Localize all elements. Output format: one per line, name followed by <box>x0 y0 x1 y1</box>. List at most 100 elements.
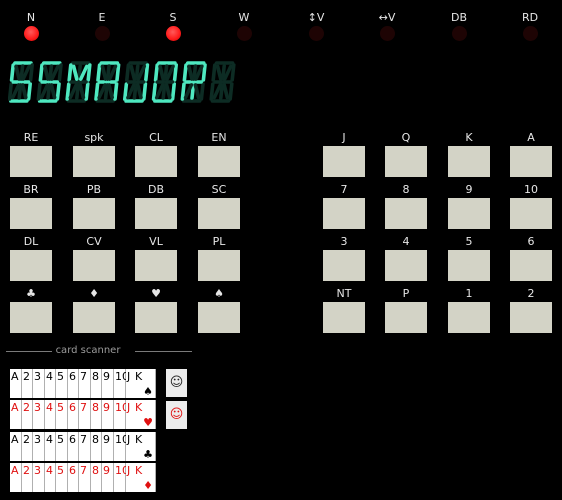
card-10-clubs[interactable]: 10 <box>114 432 129 461</box>
key-button-db[interactable] <box>135 198 177 229</box>
card-k-diamonds[interactable]: K ♦ <box>134 463 156 492</box>
key-button-a[interactable] <box>510 146 552 177</box>
card-rank-label: 3 <box>34 433 41 446</box>
card-2-hearts[interactable]: 2 <box>22 400 33 429</box>
indicator-label-rd: RD <box>521 11 539 24</box>
card-k-hearts[interactable]: K ♥ <box>134 400 156 429</box>
card-rank-label: 7 <box>80 370 87 383</box>
card-4-hearts[interactable]: 4 <box>45 400 56 429</box>
card-5-clubs[interactable]: 5 <box>56 432 68 461</box>
card-k-spades[interactable]: K ♠ <box>134 369 156 398</box>
key-button-9[interactable] <box>448 198 490 229</box>
card-8-spades[interactable]: 8 <box>91 369 102 398</box>
key-button-k[interactable] <box>448 146 490 177</box>
key-label-1: 1 <box>465 287 473 300</box>
card-5-diamonds[interactable]: 5 <box>56 463 68 492</box>
card-7-clubs[interactable]: 7 <box>79 432 91 461</box>
key-label-vl: VL <box>149 235 163 248</box>
card-6-clubs[interactable]: 6 <box>68 432 79 461</box>
card-a-clubs[interactable]: A <box>10 432 22 461</box>
card-6-hearts[interactable]: 6 <box>68 400 79 429</box>
key-button-cv[interactable] <box>73 250 115 281</box>
card-rank-label: 5 <box>57 370 64 383</box>
card-row-clubs: A2345678910JQK♣ <box>10 432 156 461</box>
card-rank-label: 2 <box>23 464 30 477</box>
key-button-3[interactable] <box>323 250 365 281</box>
card-10-spades[interactable]: 10 <box>114 369 129 398</box>
display-digit <box>65 61 92 103</box>
card-rank-label: K <box>135 370 143 383</box>
card-2-diamonds[interactable]: 2 <box>22 463 33 492</box>
key-button-vl[interactable] <box>135 250 177 281</box>
card-row-spades: A2345678910JQK♠ <box>10 369 156 398</box>
key-button-en[interactable] <box>198 146 240 177</box>
key-label-br: BR <box>23 183 39 196</box>
card-7-diamonds[interactable]: 7 <box>79 463 91 492</box>
key-button-pl[interactable] <box>198 250 240 281</box>
card-10-hearts[interactable]: 10 <box>114 400 129 429</box>
card-10-diamonds[interactable]: 10 <box>114 463 129 492</box>
card-5-hearts[interactable]: 5 <box>56 400 68 429</box>
key-label-8: 8 <box>402 183 410 196</box>
card-rank-label: 3 <box>34 401 41 414</box>
card-9-diamonds[interactable]: 9 <box>102 463 114 492</box>
key-label-6: 6 <box>527 235 535 248</box>
card-3-diamonds[interactable]: 3 <box>33 463 45 492</box>
key-button-1[interactable] <box>448 302 490 333</box>
key-button-re[interactable] <box>10 146 52 177</box>
key-button-spk[interactable] <box>73 146 115 177</box>
card-6-spades[interactable]: 6 <box>68 369 79 398</box>
key-button-8[interactable] <box>385 198 427 229</box>
card-4-spades[interactable]: 4 <box>45 369 56 398</box>
card-3-clubs[interactable]: 3 <box>33 432 45 461</box>
card-9-spades[interactable]: 9 <box>102 369 114 398</box>
key-button-hearts[interactable] <box>135 302 177 333</box>
card-7-hearts[interactable]: 7 <box>79 400 91 429</box>
card-a-spades[interactable]: A <box>10 369 22 398</box>
indicator-label-w: W <box>238 11 250 24</box>
key-button-6[interactable] <box>510 250 552 281</box>
card-8-hearts[interactable]: 8 <box>91 400 102 429</box>
card-7-spades[interactable]: 7 <box>79 369 91 398</box>
suit-hearts-icon: ♥ <box>143 416 153 429</box>
key-button-nt[interactable] <box>323 302 365 333</box>
smiley-black-button[interactable]: ☺ <box>166 369 187 397</box>
card-4-clubs[interactable]: 4 <box>45 432 56 461</box>
key-button-7[interactable] <box>323 198 365 229</box>
card-row-hearts: A2345678910JQK♥ <box>10 400 156 429</box>
display-digit <box>123 61 150 103</box>
card-8-clubs[interactable]: 8 <box>91 432 102 461</box>
key-button-pb[interactable] <box>73 198 115 229</box>
card-a-hearts[interactable]: A <box>10 400 22 429</box>
key-button-10[interactable] <box>510 198 552 229</box>
key-button-q[interactable] <box>385 146 427 177</box>
key-button-j[interactable] <box>323 146 365 177</box>
key-button-br[interactable] <box>10 198 52 229</box>
key-button-diamonds[interactable] <box>73 302 115 333</box>
card-rank-label: K <box>135 433 143 446</box>
key-button-4[interactable] <box>385 250 427 281</box>
card-3-spades[interactable]: 3 <box>33 369 45 398</box>
key-button-spades[interactable] <box>198 302 240 333</box>
key-button-clubs[interactable] <box>10 302 52 333</box>
key-button-2[interactable] <box>510 302 552 333</box>
indicator-led-horiz-vul <box>379 26 395 41</box>
card-2-spades[interactable]: 2 <box>22 369 33 398</box>
card-8-diamonds[interactable]: 8 <box>91 463 102 492</box>
card-a-diamonds[interactable]: A <box>10 463 22 492</box>
smiley-red-button[interactable]: ☺ <box>166 401 187 429</box>
card-2-clubs[interactable]: 2 <box>22 432 33 461</box>
card-4-diamonds[interactable]: 4 <box>45 463 56 492</box>
card-9-hearts[interactable]: 9 <box>102 400 114 429</box>
card-5-spades[interactable]: 5 <box>56 369 68 398</box>
card-6-diamonds[interactable]: 6 <box>68 463 79 492</box>
key-button-cl[interactable] <box>135 146 177 177</box>
key-button-p[interactable] <box>385 302 427 333</box>
key-button-sc[interactable] <box>198 198 240 229</box>
card-rank-label: 2 <box>23 401 30 414</box>
key-button-dl[interactable] <box>10 250 52 281</box>
card-3-hearts[interactable]: 3 <box>33 400 45 429</box>
card-k-clubs[interactable]: K ♣ <box>134 432 156 461</box>
key-button-5[interactable] <box>448 250 490 281</box>
card-9-clubs[interactable]: 9 <box>102 432 114 461</box>
